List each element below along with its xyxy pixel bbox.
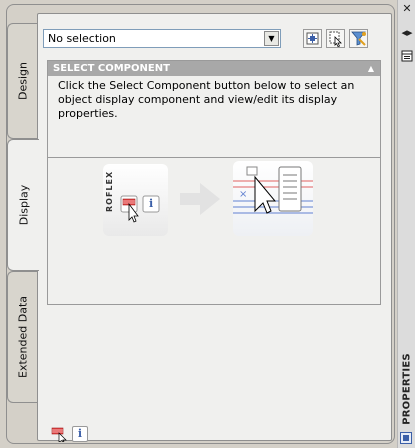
selection-dropdown-value: No selection (48, 32, 116, 45)
palette-title-strip: ✕ ◂▸ PROPERTIES (397, 0, 415, 448)
toggle-pickadd-icon (306, 32, 319, 45)
selection-dropdown[interactable]: No selection ▼ (43, 29, 281, 48)
section-description: Click the Select Component button below … (58, 79, 355, 120)
section-title: SELECT COMPONENT (53, 63, 170, 74)
select-objects-icon (329, 31, 342, 47)
svg-text:×: × (239, 189, 247, 200)
component-preview-illustration: × (233, 161, 313, 236)
close-icon[interactable]: ✕ (400, 2, 414, 16)
section-header[interactable]: SELECT COMPONENT ▲ (48, 61, 380, 76)
select-component-section: SELECT COMPONENT ▲ Click the Select Comp… (47, 60, 381, 305)
auto-hide-icon[interactable]: ◂▸ (400, 26, 414, 40)
section-divider (48, 157, 380, 158)
palette-corner-icon[interactable] (400, 432, 412, 444)
palette-title: PROPERTIES (401, 353, 413, 425)
tab-design[interactable]: Design (7, 23, 37, 139)
info-icon: i (149, 197, 154, 210)
select-component-button[interactable] (51, 426, 67, 443)
quick-select-button[interactable] (349, 29, 368, 48)
collapse-arrow-icon[interactable]: ▲ (368, 61, 374, 76)
display-panel: No selection ▼ SELECT COMPONENT ▲ Click … (37, 13, 392, 443)
arrow-right-icon (180, 183, 220, 215)
info-button[interactable]: i (72, 426, 88, 442)
tab-display[interactable]: Display (7, 139, 39, 271)
select-component-illustration: ROFLEX i (103, 164, 168, 236)
quick-select-icon (351, 31, 366, 46)
tab-display-label: Display (17, 184, 30, 226)
tab-extended-data-label: Extended Data (16, 295, 29, 379)
properties-palette: Design Display Extended Data No selectio… (6, 4, 395, 444)
select-objects-button[interactable] (326, 29, 345, 48)
select-component-icon (51, 427, 67, 443)
tab-design-label: Design (16, 62, 29, 100)
chevron-down-icon[interactable]: ▼ (264, 31, 279, 46)
toggle-pickadd-button[interactable] (303, 29, 322, 48)
info-icon: i (77, 427, 83, 440)
properties-menu-icon[interactable] (400, 50, 414, 64)
tab-extended-data[interactable]: Extended Data (7, 271, 37, 403)
